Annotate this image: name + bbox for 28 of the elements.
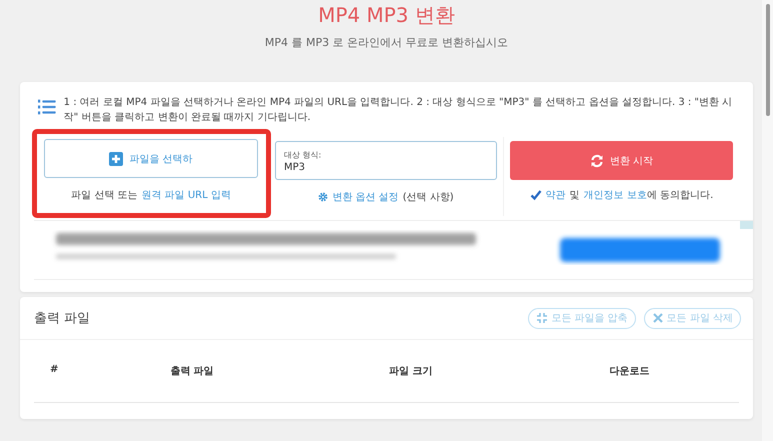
remote-url-link[interactable]: 원격 파일 URL 입력 xyxy=(141,188,231,202)
gear-icon xyxy=(318,192,328,202)
compress-icon xyxy=(536,312,548,324)
page-title: MP4 MP3 변환 xyxy=(318,2,455,29)
conversion-options-link[interactable]: 변환 옵션 설정 xyxy=(332,190,399,204)
refresh-icon xyxy=(590,154,604,168)
instructions-text: 1 : 여러 로컬 MP4 파일을 선택하거나 온라인 MP4 파일의 URL을 입력합니다. 2 : 대상 형식으로 "MP3" 를 선택하고 옵션을 설정합니다. 3 : "변환 시작" 버튼을 클릭하고 변환이 완료될 때까지 기다립니다. xyxy=(64,96,734,124)
column-header: 다운로드 xyxy=(610,365,650,379)
page-subtitle: MP4 를 MP3 로 온라인에서 무료로 변환하십시오 xyxy=(264,35,508,50)
checkbox[interactable] xyxy=(530,189,542,201)
plus-icon xyxy=(109,152,124,166)
scrollbar-thumb[interactable] xyxy=(766,4,770,116)
target-format-field[interactable]: 대상 형식: MP3 xyxy=(275,141,497,180)
column-header: 출력 파일 xyxy=(170,365,214,379)
privacy-link[interactable]: 개인정보 보호 xyxy=(584,188,647,202)
close-icon xyxy=(652,312,664,324)
column-header: # xyxy=(49,364,58,377)
column-header: 파일 크기 xyxy=(389,365,433,379)
file-select-note: 파일 선택 또는 xyxy=(71,189,138,202)
field-label: 대상 형식: xyxy=(284,150,322,161)
agree-text: 에 동의합니다. xyxy=(646,189,714,202)
output-title: 출력 파일 xyxy=(34,310,90,327)
terms-link[interactable]: 약관 xyxy=(546,188,566,202)
choose-file-button[interactable]: 파일을 선택하 xyxy=(44,139,258,178)
start-conversion-button[interactable]: 변환 시작 xyxy=(510,141,733,180)
and-text: 및 xyxy=(570,189,580,202)
optional-note: (선택 사항) xyxy=(402,191,454,204)
format-input[interactable]: MP3 xyxy=(284,162,488,173)
